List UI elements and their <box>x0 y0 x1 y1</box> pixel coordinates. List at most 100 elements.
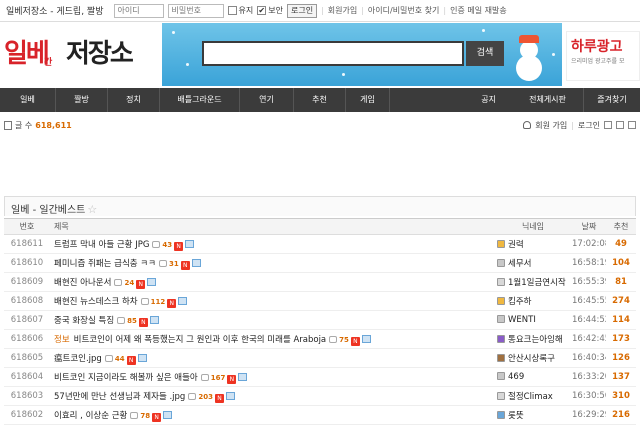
nav-acting[interactable]: 연기 <box>240 88 294 112</box>
post-subject-link[interactable]: 배현진 아나운서 <box>54 278 111 288</box>
post-subject-link[interactable]: 트럼프 막내 아들 근황 JPG <box>54 240 149 250</box>
author-cell: 권력 <box>494 234 572 254</box>
keep-login-checkbox[interactable]: 유지 <box>227 5 253 16</box>
nav-politics[interactable]: 정치 <box>108 88 160 112</box>
image-attached-icon <box>149 315 159 324</box>
board-title-text: 일베 - 일간베스트 <box>11 205 86 216</box>
table-row[interactable]: 618611 트럼프 막내 아들 근황 JPG 43N 권력 17:02:0849 <box>4 234 636 254</box>
signup-link[interactable]: 회원가입 <box>328 5 357 16</box>
comment-count: 44 <box>114 354 125 363</box>
author-nickname[interactable]: 롯뜻 <box>508 411 524 421</box>
post-subject-link[interactable]: 57년만에 만난 선생님과 제자들 .jpg <box>54 392 185 402</box>
member-level-icon <box>497 297 505 305</box>
post-category[interactable]: 정보 <box>54 335 70 345</box>
author-nickname[interactable]: 절정Climax <box>508 392 553 402</box>
nav-favorites[interactable]: 즐겨찾기 <box>584 88 640 112</box>
nav-ilbe[interactable]: 일베 <box>0 88 56 112</box>
image-attached-icon <box>178 296 188 305</box>
snowflake-icon <box>186 63 189 66</box>
nav-battlegrounds[interactable]: 배틀그라운드 <box>160 88 240 112</box>
ad-banner[interactable]: 하루광고 으리미엄 광고주를 모 <box>566 31 640 81</box>
post-number: 618605 <box>4 348 50 368</box>
nav-jjalbang[interactable]: 짤방 <box>56 88 108 112</box>
comment-count: 112 <box>150 297 166 306</box>
board-stats: 글 수 618,611 회원 가입 | 로그인 <box>4 118 636 132</box>
table-row[interactable]: 618604 비트코인 지금이라도 해볼까 싶은 애들아 167 N 469 16:33:… <box>4 367 636 387</box>
post-subject-link[interactable]: 비트코인이 어제 왜 폭등했는지 그 원인과 이후 한국의 미래를 Araboj… <box>74 335 327 345</box>
table-row[interactable]: 618605 瘟트코인.jpg 44N 안산시상록구 16:40:34126 <box>4 348 636 368</box>
top-bar: 일베저장소 - 게드립, 짤방 유지 ✔ 보안 로그인 | 회원가입 | 아이디… <box>0 0 640 22</box>
search-input[interactable] <box>202 41 464 66</box>
ad-subtitle: 으리미엄 광고주를 모 <box>571 58 625 65</box>
post-subject-link[interactable]: 이효리 , 이상순 근황 <box>54 411 127 421</box>
comment-icon <box>188 392 197 400</box>
col-nickname: 닉네임 <box>494 218 572 235</box>
table-row[interactable]: 618607 중국 화장실 특징 85N WENTI 16:44:52114 <box>4 310 636 330</box>
author-nickname[interactable]: WENTI <box>508 315 536 325</box>
post-subject-link[interactable]: 瘟트코인.jpg <box>54 354 102 364</box>
image-attached-icon <box>361 334 371 343</box>
password-input[interactable] <box>167 3 224 18</box>
recommend-count: 137 <box>606 367 636 387</box>
author-nickname[interactable]: 통요크는아잉해 <box>508 335 563 345</box>
nav-all-boards[interactable]: 전체게시판 <box>512 88 584 112</box>
recommend-count: 81 <box>606 272 636 292</box>
post-subject-link[interactable]: 페미니즘 쥐패는 급식충 ㅋㅋ <box>54 259 156 269</box>
nav-game[interactable]: 게임 <box>346 88 390 112</box>
site-logo[interactable]: 일베 간 저장소 <box>4 33 150 77</box>
find-account-link[interactable]: 아이디/비밀번호 찾기 <box>368 5 439 16</box>
post-date: 16:42:45 <box>572 329 606 349</box>
table-row[interactable]: 618602 이효리 , 이상순 근황 78N 롯뜻 16:29:29216 <box>4 405 636 425</box>
member-level-icon <box>497 278 505 286</box>
post-subject-link[interactable]: 중국 화장실 특징 <box>54 316 114 326</box>
author-nickname[interactable]: 1월1일금연시작 <box>508 278 566 288</box>
star-icon[interactable]: ☆ <box>87 203 97 216</box>
author-cell: 절정Climax <box>494 386 572 406</box>
member-signup-link[interactable]: 회원 가입 <box>535 120 567 131</box>
table-row[interactable]: 618606 정보 비트코인이 어제 왜 폭등했는지 그 원인과 이후 한국의 미래… <box>4 329 636 349</box>
new-badge-icon: N <box>126 355 136 365</box>
post-date: 17:02:08 <box>572 234 606 254</box>
post-number: 618607 <box>4 310 50 330</box>
author-nickname[interactable]: 세무서 <box>508 259 531 269</box>
checkmark-icon: ✔ <box>257 6 267 15</box>
secure-login-checkbox[interactable]: ✔ 보안 <box>257 5 283 16</box>
image-attached-icon <box>185 239 195 248</box>
help-icon[interactable] <box>604 121 612 129</box>
post-number: 618608 <box>4 291 50 311</box>
image-attached-icon <box>225 391 235 400</box>
recommend-count: 126 <box>606 348 636 368</box>
header: 일베 간 저장소 검색 하루광고 으리미엄 광고주를 모 <box>0 23 640 86</box>
member-level-icon <box>497 259 505 267</box>
comment-count: 203 <box>198 392 213 401</box>
id-input[interactable] <box>113 3 164 18</box>
resend-mail-link[interactable]: 인증 메일 재발송 <box>450 5 507 16</box>
login-link[interactable]: 로그인 <box>578 120 600 131</box>
col-number: 번호 <box>4 218 50 235</box>
author-nickname[interactable]: 469 <box>508 372 524 382</box>
new-badge-icon: N <box>227 374 237 384</box>
main-nav: 일베 짤방 정치 배틀그라운드 연기 추천 게임 공지 전체게시판 즐겨찾기 <box>0 88 640 112</box>
table-row[interactable]: 618608 배현진 뉴스데스크 하차 112N 킴주하 16:45:55274 <box>4 291 636 311</box>
grid-view-icon[interactable] <box>628 121 636 129</box>
author-nickname[interactable]: 킴주하 <box>508 297 531 307</box>
post-subject-link[interactable]: 배현진 뉴스데스크 하차 <box>54 297 138 307</box>
table-row[interactable]: 618603 57년만에 만난 선생님과 제자들 .jpg 203 N 절정Climax… <box>4 386 636 406</box>
table-row[interactable]: 618610 페미니즘 쥐패는 급식충 ㅋㅋ 31N 세무서 16:58:19104 <box>4 253 636 273</box>
list-view-icon[interactable] <box>616 121 624 129</box>
nav-recommend[interactable]: 추천 <box>294 88 346 112</box>
post-date: 16:45:55 <box>572 291 606 311</box>
member-level-icon <box>497 392 505 400</box>
search-button[interactable]: 검색 <box>466 41 504 66</box>
nav-notice[interactable]: 공지 <box>390 88 512 112</box>
snowflake-icon <box>342 73 345 76</box>
author-nickname[interactable]: 권력 <box>508 240 524 250</box>
post-number: 618609 <box>4 272 50 292</box>
post-subject-link[interactable]: 비트코인 지금이라도 해볼까 싶은 애들아 <box>54 373 198 383</box>
author-cell: 1월1일금연시작 <box>494 272 572 292</box>
board-title-bar: 일베 - 일간베스트 ☆ <box>4 196 636 216</box>
comment-icon <box>200 373 209 381</box>
author-nickname[interactable]: 안산시상록구 <box>508 354 555 364</box>
table-row[interactable]: 618609 배현진 아나운서 24N 1월1일금연시작 16:55:3981 <box>4 272 636 292</box>
login-button[interactable]: 로그인 <box>286 3 318 18</box>
